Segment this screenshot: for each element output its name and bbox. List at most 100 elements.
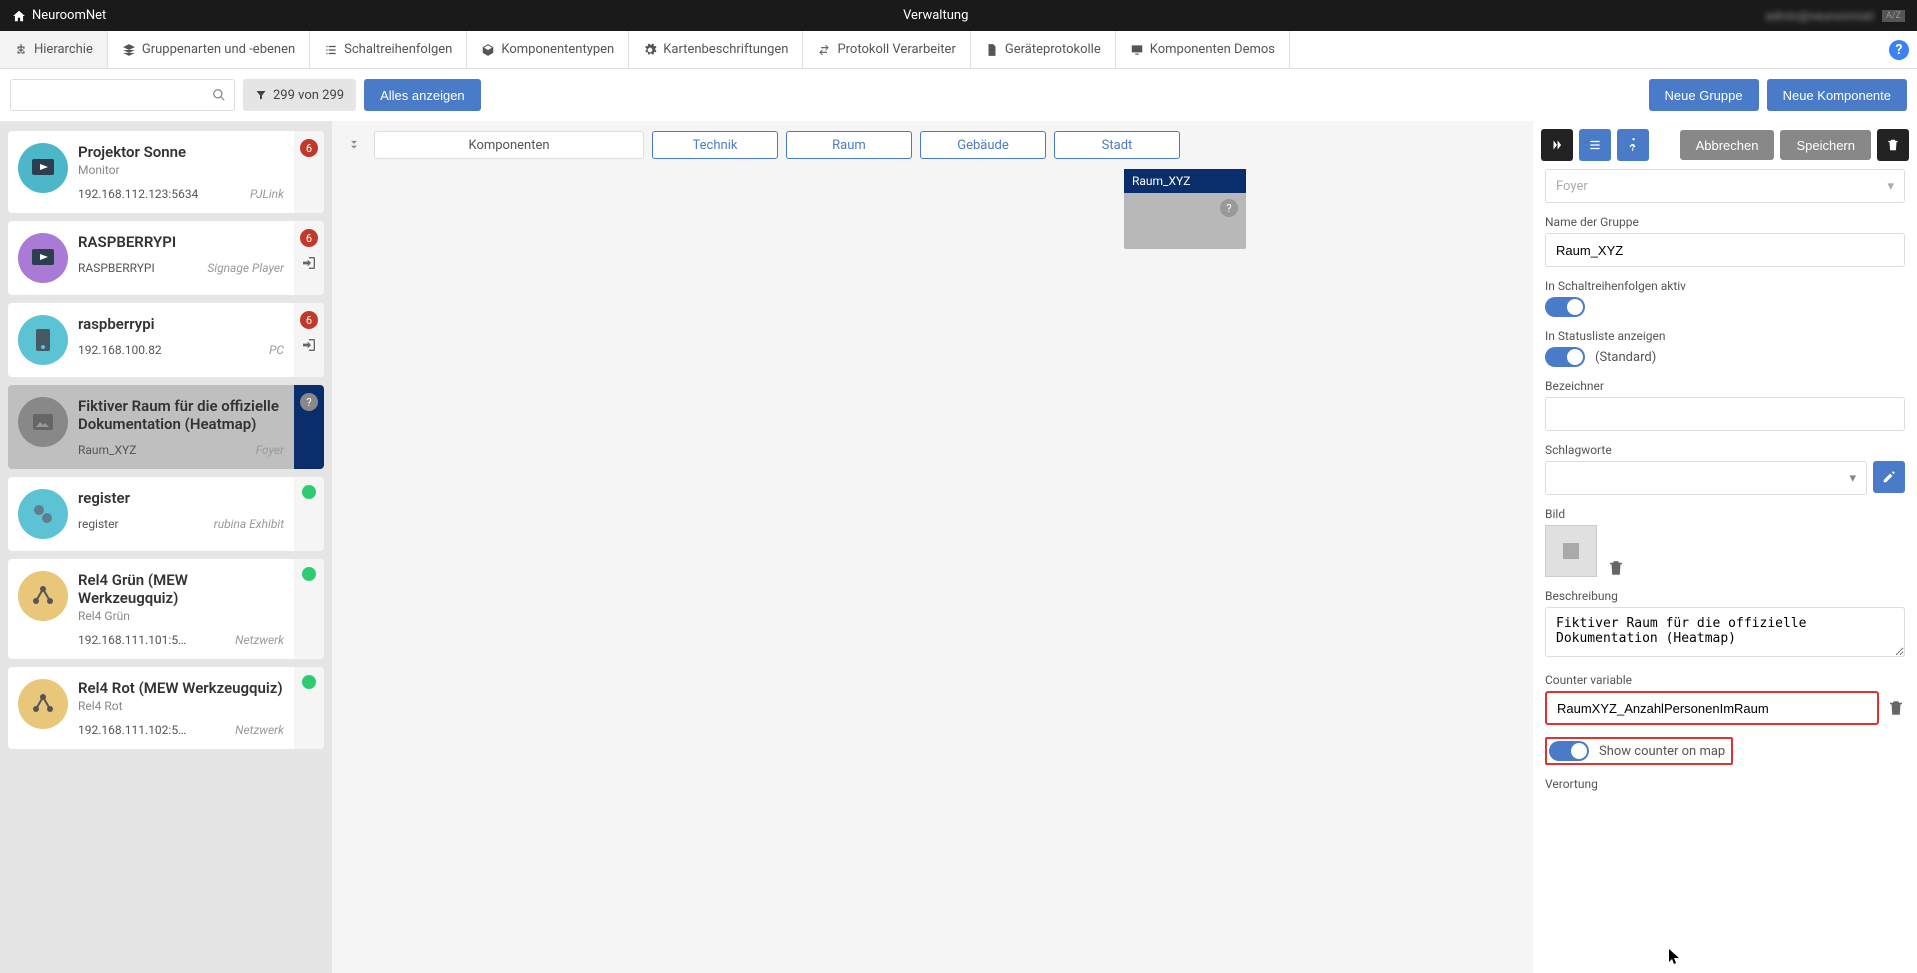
help-button[interactable]: ? [1881, 31, 1917, 68]
component-type-icon [18, 679, 68, 729]
level-raum[interactable]: Raum [786, 131, 912, 159]
filter-icon [255, 89, 267, 101]
counter-delete-button[interactable] [1887, 699, 1905, 717]
new-group-button[interactable]: Neue Gruppe [1649, 79, 1759, 111]
collapse-panel-button[interactable] [1541, 129, 1573, 161]
status-badge-error: 6 [300, 139, 318, 157]
tab-protokoll-verarbeiter[interactable]: Protokoll Verarbeiter [803, 31, 970, 68]
component-card[interactable]: Rel4 Grün (MEW Werkzeugquiz)Rel4 Grün192… [8, 559, 324, 659]
component-card[interactable]: Fiktiver Raum für die offizielle Dokumen… [8, 385, 324, 469]
image-delete-button[interactable] [1607, 559, 1625, 577]
component-strip [294, 667, 324, 749]
cube-icon [481, 43, 495, 57]
edit-tags-button[interactable] [1873, 461, 1905, 493]
trash-icon [1886, 138, 1900, 152]
status-badge-ok [302, 485, 316, 499]
panel-view-person-button[interactable] [1617, 129, 1649, 161]
chevron-down-icon: ▾ [1887, 179, 1894, 194]
status-badge-error: 6 [300, 311, 318, 329]
edit-icon [1882, 470, 1896, 484]
component-card[interactable]: Projektor SonneMonitor192.168.112.123:56… [8, 131, 324, 213]
room-status-unknown-icon: ? [1220, 199, 1238, 217]
user-label: admin@neuroomnet [1765, 9, 1874, 23]
group-name-input[interactable] [1545, 233, 1905, 267]
component-address: 192.168.112.123:5634 [78, 187, 198, 201]
description-textarea[interactable] [1545, 607, 1905, 657]
component-strip [294, 477, 324, 551]
room-card[interactable]: Raum_XYZ ? [1124, 169, 1246, 249]
parent-group-value: Foyer [1556, 179, 1588, 194]
tab-komponenten-demos[interactable]: Komponenten Demos [1116, 31, 1290, 68]
column-components: Komponenten [374, 131, 644, 159]
search-icon[interactable] [212, 88, 226, 102]
statuslist-label: In Statusliste anzeigen [1545, 329, 1905, 343]
parent-group-select[interactable]: Foyer ▾ [1545, 169, 1905, 203]
save-button[interactable]: Speichern [1780, 130, 1871, 160]
tab-kartenbeschriftungen[interactable]: Kartenbeschriftungen [629, 31, 803, 68]
image-placeholder[interactable] [1545, 525, 1597, 577]
lang-badge[interactable]: A/Z [1882, 10, 1905, 22]
component-list[interactable]: Projektor SonneMonitor192.168.112.123:56… [0, 121, 332, 973]
chevrons-down-icon [347, 138, 361, 152]
component-type-icon [18, 397, 68, 447]
show-counter-label: Show counter on map [1599, 744, 1725, 759]
component-type-icon [18, 489, 68, 539]
room-card-title: Raum_XYZ [1124, 169, 1246, 193]
login-icon[interactable] [301, 255, 317, 271]
search-input[interactable] [19, 88, 212, 103]
login-icon[interactable] [301, 337, 317, 353]
component-address: 192.168.100.82 [78, 343, 162, 357]
component-subtitle: Rel4 Grün [78, 609, 284, 623]
component-strip: ? [294, 385, 324, 469]
image-icon [1559, 539, 1583, 563]
component-strip: 6 [294, 221, 324, 295]
component-card[interactable]: raspberrypi192.168.100.82PC6 [8, 303, 324, 377]
identifier-input[interactable] [1545, 397, 1905, 431]
component-strip [294, 559, 324, 659]
filter-pill[interactable]: 299 von 299 [243, 79, 356, 111]
delete-button[interactable] [1877, 129, 1909, 161]
statuslist-toggle[interactable] [1545, 347, 1585, 367]
hierarchy-canvas[interactable]: Komponenten Technik Raum Gebäude Stadt Raum… [332, 121, 1533, 973]
counter-variable-input[interactable] [1545, 691, 1879, 725]
component-strip: 6 [294, 303, 324, 377]
component-title: Rel4 Grün (MEW Werkzeugquiz) [78, 571, 284, 607]
component-type-icon [18, 143, 68, 193]
tab-hierarchie[interactable]: Hierarchie [0, 31, 108, 68]
panel-toolbar: Abbrechen Speichern [1533, 121, 1917, 169]
panel-view-list-button[interactable] [1579, 129, 1611, 161]
help-icon: ? [1889, 40, 1909, 60]
component-address: 192.168.111.102:5… [78, 723, 186, 737]
active-toggle[interactable] [1545, 297, 1585, 317]
level-gebäude[interactable]: Gebäude [920, 131, 1046, 159]
show-all-button[interactable]: Alles anzeigen [364, 79, 481, 111]
component-address: register [78, 517, 119, 531]
component-card[interactable]: RASPBERRYPIRASPBERRYPISignage Player6 [8, 221, 324, 295]
new-component-button[interactable]: Neue Komponente [1767, 79, 1907, 111]
tab-gruppenarten-und-ebenen[interactable]: Gruppenarten und -ebenen [108, 31, 310, 68]
level-technik[interactable]: Technik [652, 131, 778, 159]
active-label: In Schaltreihenfolgen aktiv [1545, 279, 1905, 293]
expand-all-button[interactable] [342, 133, 366, 157]
status-badge-error: 6 [300, 229, 318, 247]
image-label: Bild [1545, 507, 1905, 521]
show-counter-toggle[interactable] [1549, 741, 1589, 761]
tags-select[interactable]: ▾ [1545, 461, 1867, 495]
tabbar: HierarchieGruppenarten und -ebenenSchalt… [0, 31, 1917, 69]
toolbar: 299 von 299 Alles anzeigen Neue Gruppe N… [0, 69, 1917, 121]
component-card[interactable]: Rel4 Rot (MEW Werkzeugquiz)Rel4 Rot192.1… [8, 667, 324, 749]
status-badge-ok [302, 675, 316, 689]
cancel-button[interactable]: Abbrechen [1680, 130, 1775, 160]
home-icon [12, 9, 26, 23]
component-title: Rel4 Rot (MEW Werkzeugquiz) [78, 679, 284, 697]
component-card[interactable]: registerregisterrubina Exhibit [8, 477, 324, 551]
tab-komponententypen[interactable]: Komponententypen [467, 31, 629, 68]
panel-body[interactable]: Foyer ▾ Name der Gruppe In Schaltreihenf… [1533, 169, 1917, 973]
component-protocol: Foyer [256, 443, 284, 457]
tab-schaltreihenfolgen[interactable]: Schaltreihenfolgen [310, 31, 467, 68]
component-title: RASPBERRYPI [78, 233, 284, 251]
tab-ger-teprotokolle[interactable]: Geräteprotokolle [971, 31, 1116, 68]
level-stadt[interactable]: Stadt [1054, 131, 1180, 159]
component-address: RASPBERRYPI [78, 261, 155, 275]
status-badge-ok [302, 567, 316, 581]
